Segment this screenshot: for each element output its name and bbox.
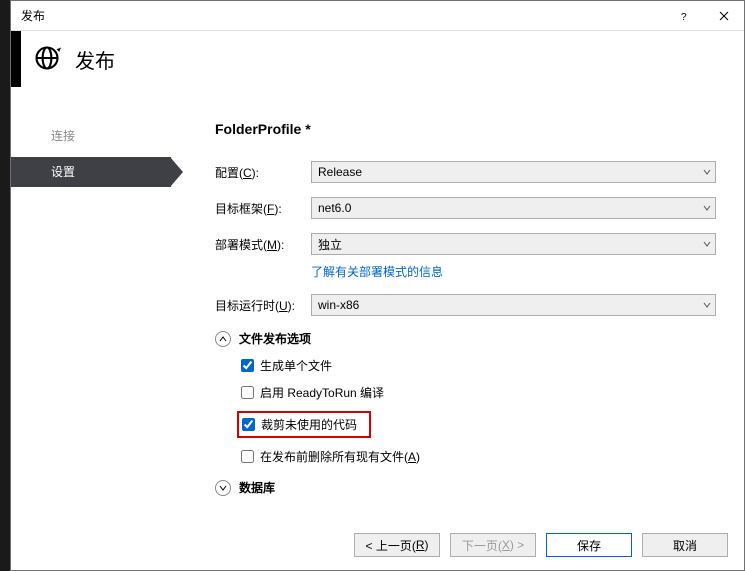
check-ready-to-run[interactable]: 启用 ReadyToRun 编译 (241, 384, 716, 401)
chevron-down-icon (703, 201, 711, 215)
combo-deploy-mode-value: 独立 (318, 236, 342, 253)
expand-icon (215, 480, 231, 496)
svg-text:?: ? (681, 12, 687, 21)
combo-target-framework[interactable]: net6.0 (311, 197, 716, 219)
checkbox-single-file[interactable] (241, 359, 254, 372)
next-button: 下一页(X) > (450, 533, 536, 557)
section-file-publish: 文件发布选项 生成单个文件 启用 ReadyToRun 编译 裁剪未使用的代码 … (215, 330, 716, 465)
close-icon (719, 11, 729, 21)
section-title-database: 数据库 (239, 479, 275, 496)
label-target-runtime: 目标运行时(U): (215, 297, 311, 314)
main-panel: FolderProfile * 配置(C): Release 目标框架(F): … (181, 87, 744, 520)
checkbox-trim-unused[interactable] (242, 418, 255, 431)
titlebar: 发布 ? (11, 1, 744, 31)
deploy-mode-info-link[interactable]: 了解有关部署模式的信息 (311, 263, 443, 280)
combo-configuration[interactable]: Release (311, 161, 716, 183)
profile-name: FolderProfile * (215, 121, 716, 137)
section-database: 数据库 (215, 479, 716, 496)
label-configuration: 配置(C): (215, 164, 311, 181)
section-head-database[interactable]: 数据库 (215, 479, 716, 496)
check-single-file[interactable]: 生成单个文件 (241, 357, 716, 374)
check-delete-existing[interactable]: 在发布前删除所有现有文件(A) (241, 448, 716, 465)
chevron-down-icon (703, 165, 711, 179)
header: 发布 (11, 31, 744, 87)
combo-target-framework-value: net6.0 (318, 201, 351, 215)
publish-dialog: 发布 ? 发布 连接 设置 FolderProfile * 配置(C): Rel… (10, 0, 745, 571)
chevron-down-icon (703, 237, 711, 251)
checkbox-trim-unused-label: 裁剪未使用的代码 (261, 416, 357, 433)
checkbox-ready-to-run[interactable] (241, 386, 254, 399)
window-title: 发布 (21, 7, 664, 24)
combo-target-runtime-value: win-x86 (318, 298, 359, 312)
globe-icon (33, 44, 61, 75)
checkbox-delete-existing-label: 在发布前删除所有现有文件(A) (260, 448, 420, 465)
section-head-file-publish[interactable]: 文件发布选项 (215, 330, 716, 347)
check-trim-unused[interactable]: 裁剪未使用的代码 (237, 411, 371, 438)
label-target-framework: 目标框架(F): (215, 200, 311, 217)
sidebar: 连接 设置 (11, 87, 181, 520)
checkbox-delete-existing[interactable] (241, 450, 254, 463)
sidebar-item-settings[interactable]: 设置 (11, 157, 171, 187)
label-deploy-mode: 部署模式(M): (215, 236, 311, 253)
footer: < 上一页(R) 下一页(X) > 保存 取消 (11, 520, 744, 570)
prev-button[interactable]: < 上一页(R) (354, 533, 440, 557)
checkbox-single-file-label: 生成单个文件 (260, 357, 332, 374)
row-target-framework: 目标框架(F): net6.0 (215, 197, 716, 219)
edge-shadow (11, 31, 21, 87)
combo-target-runtime[interactable]: win-x86 (311, 294, 716, 316)
checkbox-ready-to-run-label: 启用 ReadyToRun 编译 (260, 384, 384, 401)
chevron-down-icon (703, 298, 711, 312)
close-button[interactable] (704, 1, 744, 31)
help-button[interactable]: ? (664, 1, 704, 31)
row-deploy-mode: 部署模式(M): 独立 (215, 233, 716, 255)
cancel-button[interactable]: 取消 (642, 533, 728, 557)
combo-configuration-value: Release (318, 165, 362, 179)
collapse-icon (215, 331, 231, 347)
row-configuration: 配置(C): Release (215, 161, 716, 183)
combo-deploy-mode[interactable]: 独立 (311, 233, 716, 255)
sidebar-item-connection[interactable]: 连接 (11, 121, 171, 151)
help-icon: ? (679, 11, 689, 21)
row-target-runtime: 目标运行时(U): win-x86 (215, 294, 716, 316)
content: 连接 设置 FolderProfile * 配置(C): Release 目标框… (11, 87, 744, 520)
save-button[interactable]: 保存 (546, 533, 632, 557)
row-deploy-mode-link: 了解有关部署模式的信息 (215, 263, 716, 280)
section-title-file-publish: 文件发布选项 (239, 330, 311, 347)
header-title: 发布 (75, 45, 115, 74)
